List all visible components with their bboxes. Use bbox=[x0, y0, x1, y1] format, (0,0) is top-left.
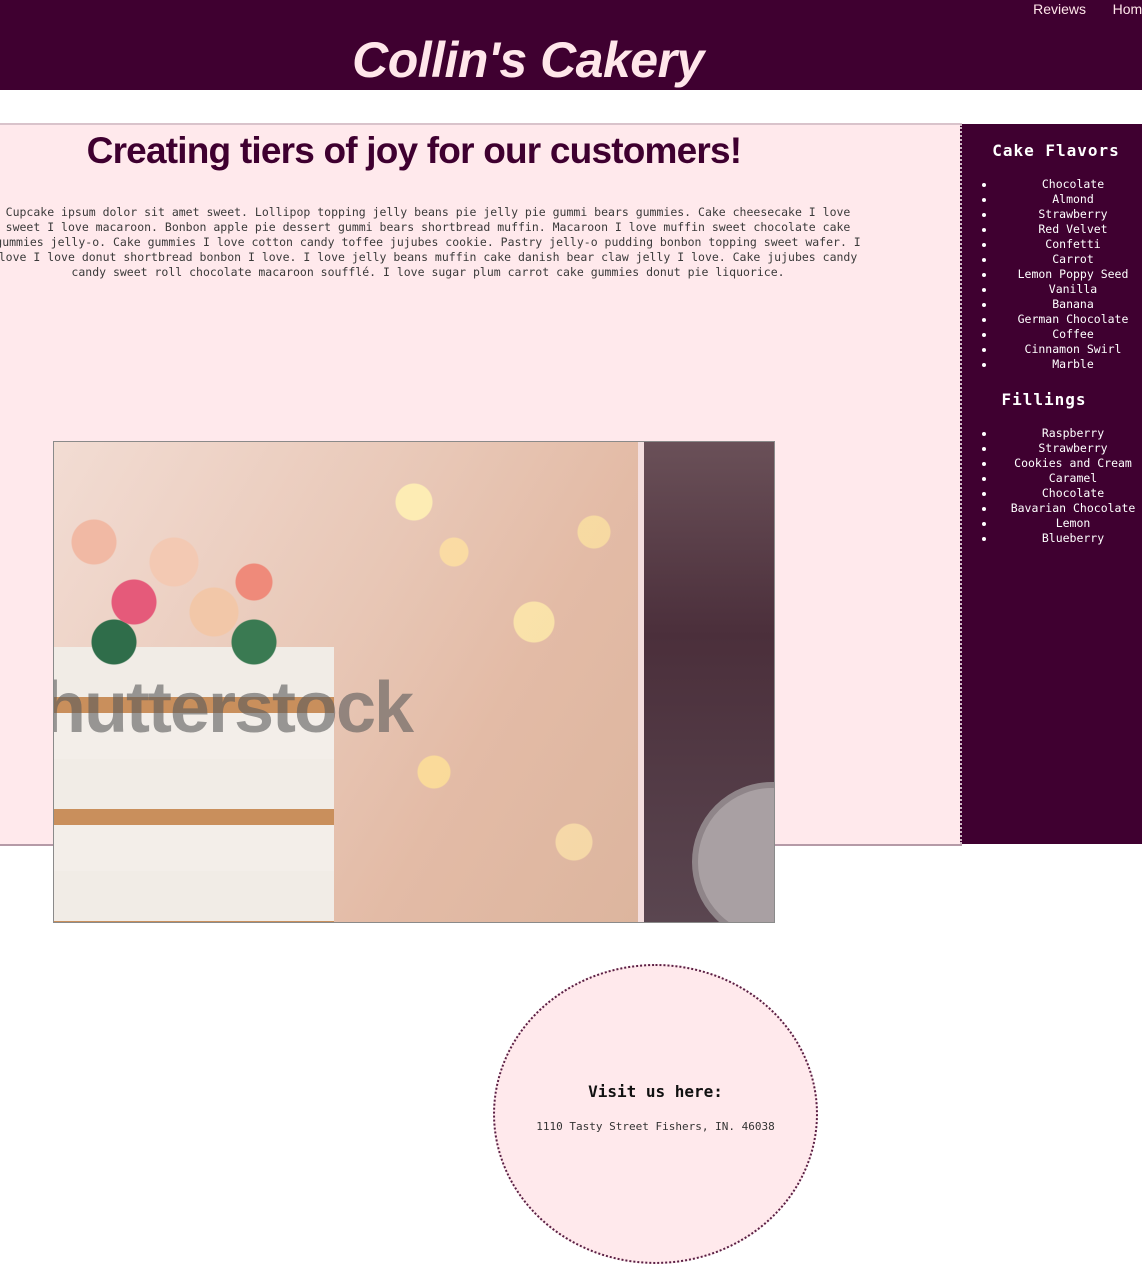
flavor-item: Banana bbox=[962, 297, 1142, 312]
filling-item: Bavarian Chocolate bbox=[962, 501, 1142, 516]
intro-paragraph: Cupcake ipsum dolor sit amet sweet. Loll… bbox=[0, 205, 861, 279]
flavor-item: Cinnamon Swirl bbox=[962, 342, 1142, 357]
sidebar: Cake Flavors Chocolate Almond Strawberry… bbox=[960, 124, 1142, 844]
flavor-item: Strawberry bbox=[962, 207, 1142, 222]
cake-photo: hutterstock bbox=[53, 441, 775, 923]
photo-side-panel bbox=[638, 442, 774, 922]
flavor-item: Coffee bbox=[962, 327, 1142, 342]
flavor-item: German Chocolate bbox=[962, 312, 1142, 327]
visit-us-card: Visit us here: 1110 Tasty Street Fishers… bbox=[493, 964, 818, 1264]
nav-link-home[interactable]: Home bbox=[1113, 1, 1142, 17]
filling-item: Lemon bbox=[962, 516, 1142, 531]
flavor-item: Marble bbox=[962, 357, 1142, 372]
flavor-item: Chocolate bbox=[962, 177, 1142, 192]
nav-link-reviews[interactable]: Reviews bbox=[1033, 1, 1086, 17]
fillings-heading: Fillings bbox=[1001, 390, 1087, 409]
photo-plate bbox=[692, 782, 774, 922]
flavor-item: Carrot bbox=[962, 252, 1142, 267]
flavor-item: Almond bbox=[962, 192, 1142, 207]
flavor-item: Red Velvet bbox=[962, 222, 1142, 237]
filling-item: Caramel bbox=[962, 471, 1142, 486]
flavor-item: Vanilla bbox=[962, 282, 1142, 297]
filling-item: Raspberry bbox=[962, 426, 1142, 441]
filling-item: Cookies and Cream bbox=[962, 456, 1142, 471]
flavor-item: Lemon Poppy Seed bbox=[962, 267, 1142, 282]
flavor-item: Confetti bbox=[962, 237, 1142, 252]
filling-item: Strawberry bbox=[962, 441, 1142, 456]
filling-item: Chocolate bbox=[962, 486, 1142, 501]
cake-image-flowers bbox=[54, 482, 294, 672]
photo-watermark: hutterstock bbox=[53, 668, 414, 748]
flavors-heading: Cake Flavors bbox=[992, 141, 1120, 160]
page-headline: Creating tiers of joy for our customers! bbox=[86, 130, 742, 171]
filling-item: Blueberry bbox=[962, 531, 1142, 546]
visit-heading: Visit us here: bbox=[588, 1082, 723, 1101]
visit-address: 1110 Tasty Street Fishers, IN. 46038 bbox=[536, 1120, 775, 1133]
fillings-list: Raspberry Strawberry Cookies and Cream C… bbox=[962, 426, 1142, 546]
site-header: Reviews Home Collin's Cakery bbox=[0, 0, 1142, 90]
site-title: Collin's Cakery bbox=[352, 32, 704, 88]
flavors-list: Chocolate Almond Strawberry Red Velvet C… bbox=[962, 177, 1142, 372]
